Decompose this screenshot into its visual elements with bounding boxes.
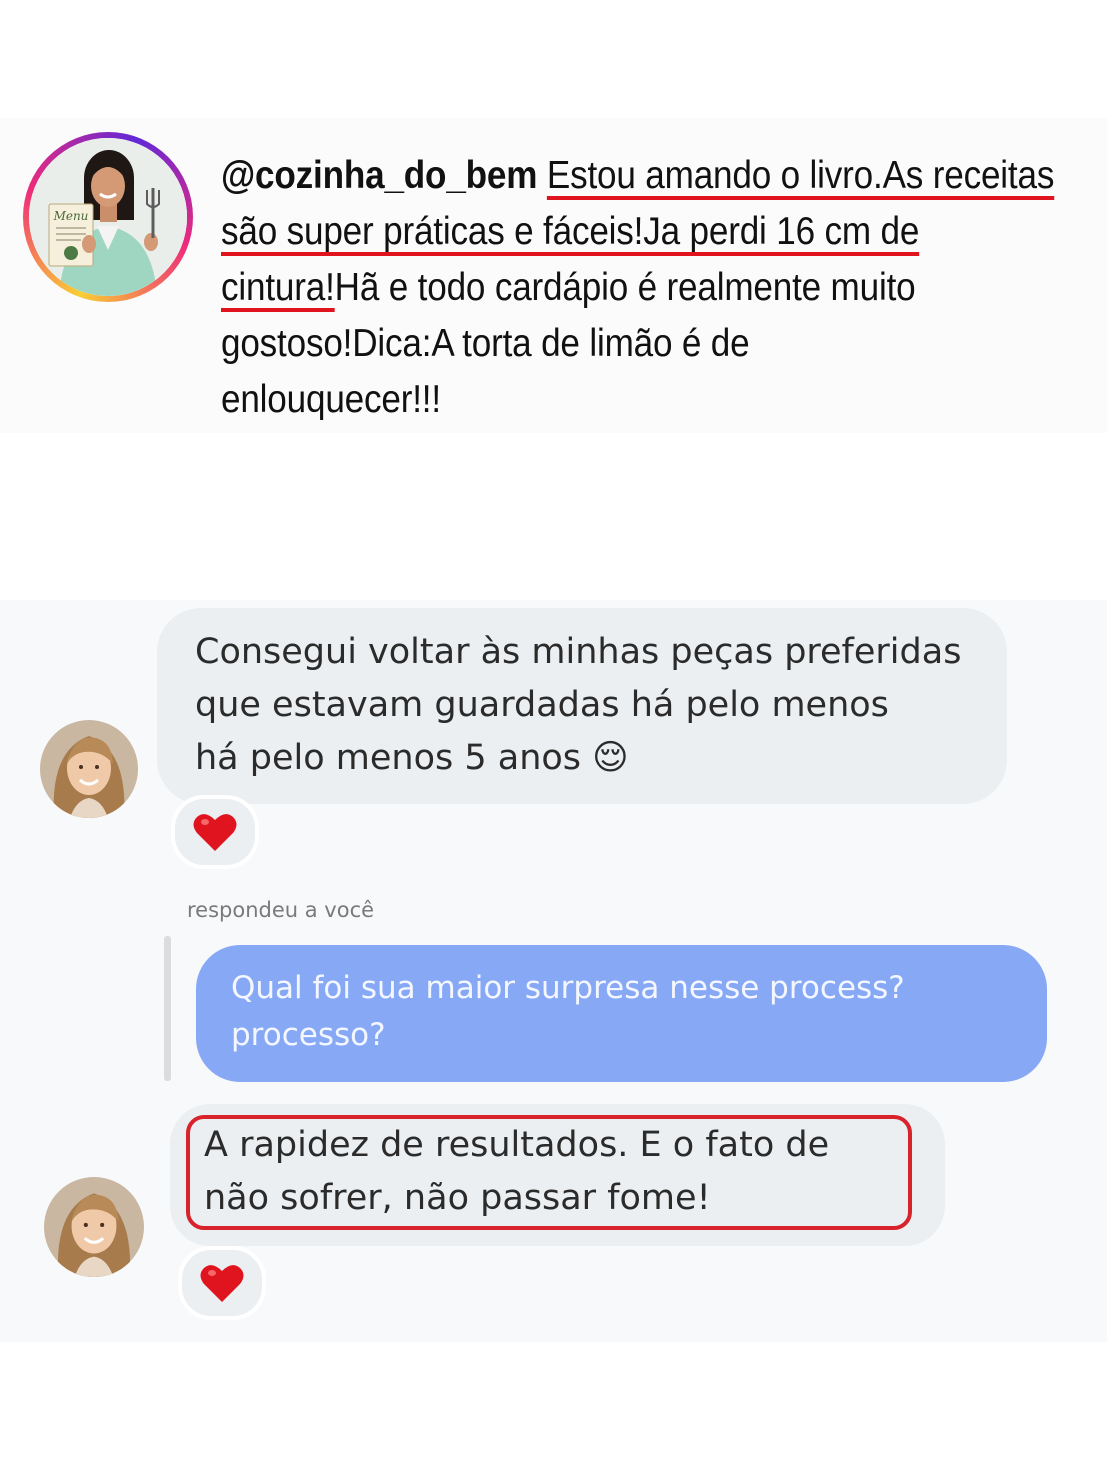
heart-icon [200, 1265, 244, 1302]
comment-line-3-rest: Hã e todo cardápio é realmente muito [334, 266, 916, 309]
message-line: Consegui voltar às minhas peças preferid… [195, 632, 962, 672]
message-line: A rapidez de resultados. E o fato de [204, 1125, 830, 1165]
relieved-emoji-icon: 😌 [592, 738, 629, 778]
message-line: há pelo menos 5 anos 😌 [195, 738, 629, 778]
sender-avatar-2[interactable] [44, 1177, 144, 1277]
comment-handle[interactable]: @cozinha_do_bem [221, 154, 537, 197]
comment-line-3: cintura!Hã e todo cardápio é realmente m… [221, 260, 1099, 316]
question-line: processo? [231, 1017, 386, 1053]
message-line: que estavam guardadas há pelo menos [195, 685, 889, 725]
woman-portrait-icon [40, 720, 138, 818]
highlighted-text-1: Estou amando o livro.As receitas [546, 154, 1055, 197]
comment-line-5: enlouquecer!!! [221, 378, 441, 421]
heart-reaction-2[interactable] [178, 1246, 266, 1320]
sender-avatar[interactable] [40, 720, 138, 818]
reply-label: respondeu a você [187, 898, 375, 922]
chef-avatar: Menu [29, 138, 187, 296]
comment-card: Menu @cozinha_do_bem Estou amando o livr… [0, 118, 1107, 433]
heart-icon [193, 814, 237, 851]
highlighted-text-2: são super práticas e fáceis!Ja perdi 16 … [221, 210, 920, 253]
incoming-message-bubble[interactable]: Consegui voltar às minhas peças preferid… [157, 608, 1007, 804]
woman-portrait-icon [44, 1177, 144, 1277]
comment-line-4: gostoso!Dica:A torta de limão é de [221, 322, 750, 365]
chef-portrait-icon: Menu [29, 138, 187, 296]
story-ring[interactable]: Menu [23, 132, 193, 302]
outgoing-message-bubble[interactable]: Qual foi sua maior surpresa nesse proces… [196, 945, 1047, 1082]
comment-line-2: são super práticas e fáceis!Ja perdi 16 … [221, 204, 1099, 260]
comment-text: @cozinha_do_bem Estou amando o livro.As … [221, 148, 1099, 428]
message-line: não sofrer, não passar fome! [204, 1178, 711, 1218]
reply-indicator-bar [164, 936, 171, 1081]
chat-thread: Consegui voltar às minhas peças preferid… [0, 600, 1107, 1342]
heart-reaction[interactable] [171, 795, 259, 869]
book-cover-text: Menu [53, 209, 89, 223]
question-line: Qual foi sua maior surpresa nesse proces… [231, 970, 905, 1006]
incoming-message-bubble-2[interactable]: A rapidez de resultados. E o fato de não… [170, 1104, 945, 1246]
comment-line-1: @cozinha_do_bem Estou amando o livro.As … [221, 148, 1099, 204]
highlighted-text-3: cintura! [221, 266, 335, 309]
